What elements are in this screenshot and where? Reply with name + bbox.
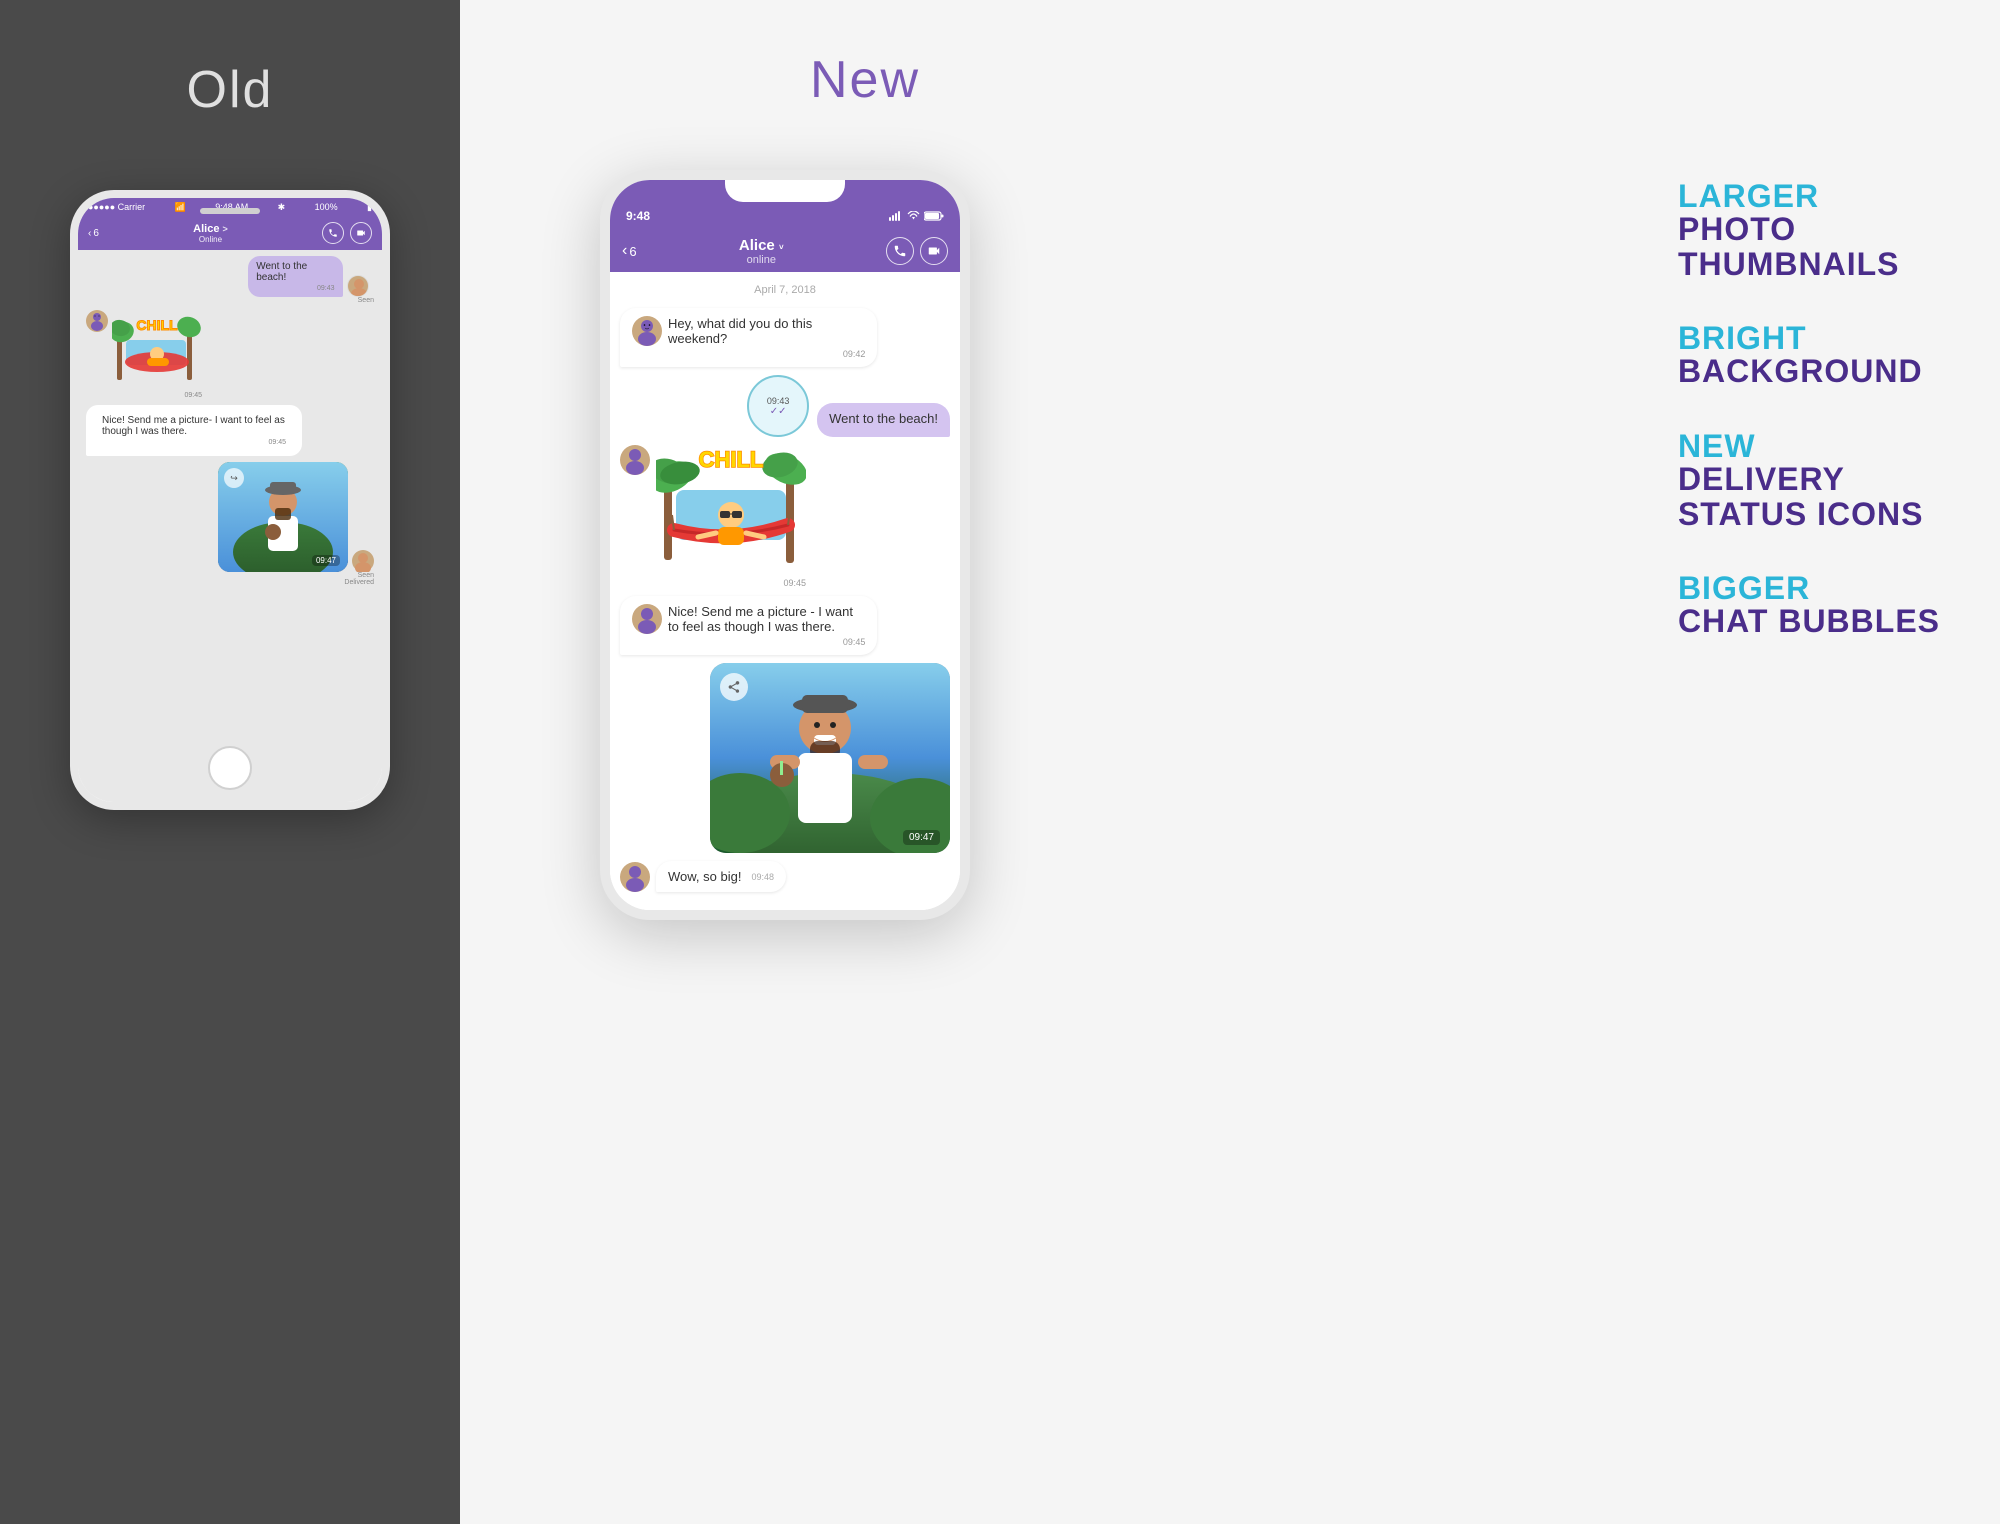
new-received-text-picture: Nice! Send me a picture - I want to feel… [668,604,865,634]
old-battery-icon: ▮ [367,202,372,213]
feature3-highlight: NEW [1678,430,1940,462]
new-sent-text-beach: Went to the beach! [829,411,938,426]
new-wow-text: Wow, so big! [668,869,741,884]
old-back-button[interactable]: ‹ 6 [88,228,99,239]
old-nav-icons [322,222,372,244]
feature2-highlight: BRIGHT [1678,322,1940,354]
old-photo-delivered: Delivered [344,579,374,586]
feature-chat-bubbles: BIGGER CHAT BUBBLES [1678,572,1940,639]
old-wifi-icon: 📶 [175,202,186,213]
phone-new: 9:48 ‹ 6 Alice ˅ online [600,170,970,920]
new-wow-row: Wow, so big! 09:48 [620,861,786,892]
old-chat-area: Went to the beach! 09:43 Seen [78,250,382,802]
new-alice-avatar-hey [632,316,662,346]
feature-background: BRIGHT BACKGROUND [1678,322,1940,389]
old-sent-text-beach: Went to the beach! [256,261,307,283]
new-call-icon[interactable] [886,237,914,265]
old-home-button[interactable] [208,746,252,790]
new-status-bar: 9:48 [610,180,960,230]
new-contact-name: Alice ˅ [637,237,886,254]
old-video-icon[interactable] [350,222,372,244]
feature2-main: BACKGROUND [1678,354,1940,389]
old-photo-row: ↪ 09:47 Seen Delivered [218,462,374,586]
new-battery-icon [924,211,944,221]
old-alice-avatar [86,310,108,332]
new-time: 9:48 [626,209,650,223]
new-sticker: CHILL [656,445,806,575]
new-alice-avatar-sticker [620,445,650,475]
feature4-highlight: BIGGER [1678,572,1940,604]
new-delivery-circle: 09:43 ✓✓ [747,375,809,437]
phone-old: ●●●●● Carrier 📶 9:48 AM ✱ 100% ▮ ‹ 6 Ali… [70,190,390,810]
new-sticker-row: CHILL 09:45 [620,445,950,588]
new-received-text-hey: Hey, what did you do this weekend? [668,316,865,346]
new-contact-title: Alice ˅ online [637,237,886,266]
feature-photo-thumbnails: LARGER PHOTOTHUMBNAILS [1678,180,1940,282]
old-chill-sticker: CHILL [112,310,202,390]
old-contact-title: Alice > Online [99,223,322,244]
left-panel: Old ●●●●● Carrier 📶 9:48 AM ✱ 100% ▮ ‹ 6 [0,0,460,1524]
new-chat-area: April 7, 2018 Hey, what did you do this … [610,272,960,910]
new-back-button[interactable]: ‹ 6 [622,242,637,260]
feature4-main: CHAT BUBBLES [1678,604,1940,639]
old-photo-avatar [352,550,374,572]
new-contact-status: online [637,254,886,266]
new-sent-bubble-beach: Went to the beach! [817,403,950,437]
new-wow-time: 09:48 [751,872,774,882]
feature1-highlight: LARGER [1678,180,1940,212]
features-list: LARGER PHOTOTHUMBNAILS BRIGHT BACKGROUND… [1678,180,1940,639]
old-screen: ●●●●● Carrier 📶 9:48 AM ✱ 100% ▮ ‹ 6 Ali… [78,198,382,802]
new-title: New [810,50,920,110]
old-carrier: ●●●●● Carrier [88,202,145,212]
old-photo-time: 09:47 [312,555,340,566]
old-sticker: CHILL [112,310,202,390]
right-panel: New 9:48 ‹ 6 Alice [460,0,2000,1524]
old-sent-bubble-beach: Went to the beach! 09:43 [248,256,342,297]
feature3-main: DELIVERYSTATUS ICONS [1678,462,1940,532]
new-screen: 9:48 ‹ 6 Alice ˅ online [610,180,960,910]
old-forward-icon[interactable]: ↪ [224,468,244,488]
old-received-text: Nice! Send me a picture- I want to feel … [102,415,285,437]
new-wow-bubble: Wow, so big! 09:48 [656,861,786,892]
old-msg-sent-beach: Went to the beach! 09:43 Seen [248,256,374,304]
new-msg-received-hey: Hey, what did you do this weekend? 09:42 [620,308,877,367]
old-msg-received: Nice! Send me a picture- I want to feel … [86,405,302,456]
feature1-main: PHOTOTHUMBNAILS [1678,212,1940,282]
new-chill-sticker: CHILL [656,445,806,575]
new-nav-icons [886,237,948,265]
feature-delivery: NEW DELIVERYSTATUS ICONS [1678,430,1940,532]
new-photo-time: 09:47 [903,830,940,845]
old-nav-bar: ‹ 6 Alice > Online [78,216,382,250]
new-msg-received-picture: Nice! Send me a picture - I want to feel… [620,596,877,655]
new-photo-bubble: 09:47 [710,663,950,853]
old-photo-bubble: ↪ 09:47 [218,462,348,572]
old-contact-name: Alice > [99,223,322,235]
new-sent-beach-row: 09:43 ✓✓ Went to the beach! [747,375,950,437]
new-share-icon[interactable] [720,673,748,701]
new-date-divider: April 7, 2018 [620,284,950,296]
old-status-bar: ●●●●● Carrier 📶 9:48 AM ✱ 100% ▮ [78,198,382,216]
svg-text:CHILL: CHILL [136,317,178,333]
old-seen-label: Seen [358,297,374,304]
new-signal-icon [889,211,903,221]
old-time: 9:48 AM [215,202,248,212]
old-photo-seen: Seen [358,572,374,579]
new-video-icon[interactable] [920,237,948,265]
old-battery: 100% [315,202,338,212]
old-title: Old [187,60,274,120]
new-alice-avatar-picture [632,604,662,634]
old-sticker-row: CHILL 09:45 [86,310,374,399]
svg-text:CHILL: CHILL [699,447,764,472]
new-wifi-icon [907,211,920,221]
new-alice-avatar-wow [620,862,650,892]
old-contact-status: Online [99,235,322,244]
old-call-icon[interactable] [322,222,344,244]
old-sent-avatar [347,275,369,297]
old-bt-icon: ✱ [278,202,286,213]
new-nav-bar: ‹ 6 Alice ˅ online [610,230,960,272]
